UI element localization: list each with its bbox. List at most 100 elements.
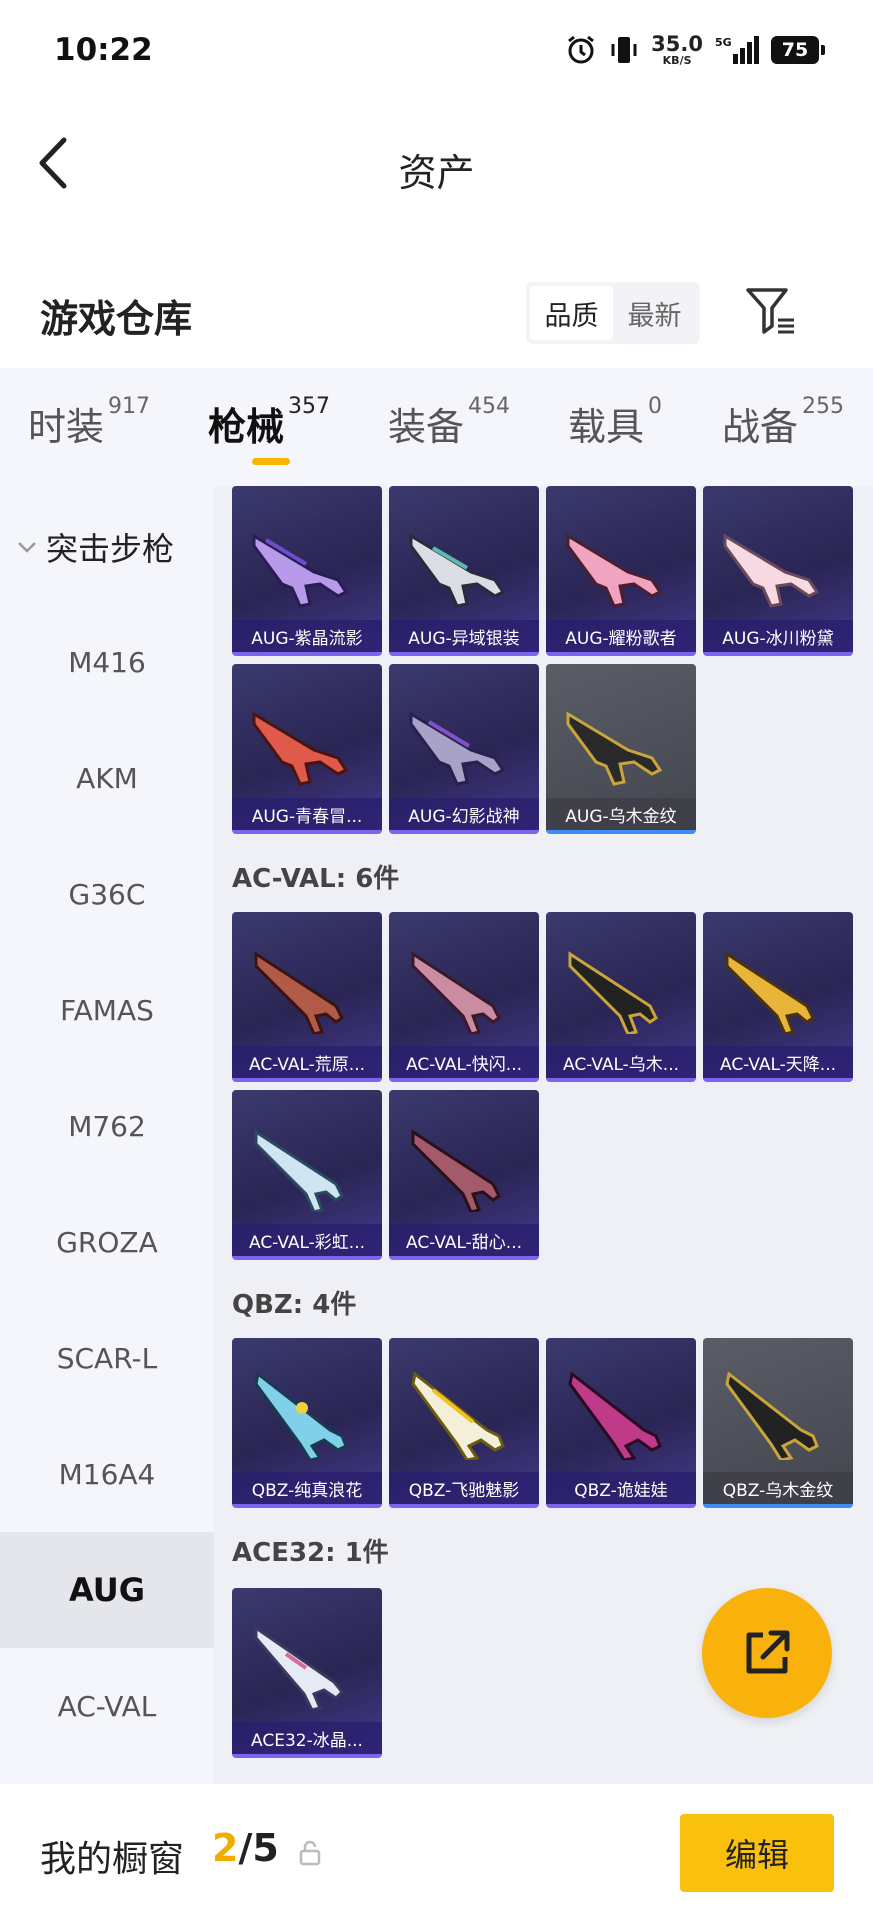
- skin-name: AC-VAL-荒原...: [232, 1046, 382, 1078]
- section-title-qbz: QBZ: 4件: [232, 1290, 357, 1320]
- rifle-icon: [566, 533, 663, 608]
- sidebar-item-ac-val[interactable]: AC-VAL: [0, 1648, 214, 1764]
- lock-icon: [298, 1840, 322, 1866]
- sidebar-item-m762[interactable]: M762: [0, 1068, 214, 1184]
- skin-name: AUG-青春冒...: [232, 798, 382, 830]
- rifle-icon: [252, 533, 349, 608]
- signal-icon: 5G: [715, 34, 759, 66]
- status-bar: 10:22 35.0 KB/S 5G 75: [0, 0, 873, 104]
- skin-card[interactable]: AC-VAL-快闪...: [389, 912, 539, 1082]
- battery-icon: 75: [771, 36, 825, 64]
- rifle-icon: [568, 951, 658, 1034]
- sidebar-item-scar-l[interactable]: SCAR-L: [0, 1300, 214, 1416]
- tab-guns[interactable]: 枪械 357: [208, 394, 330, 451]
- warehouse-bar: 游戏仓库 品质 最新: [0, 270, 873, 360]
- rifle-icon: [725, 1371, 819, 1460]
- sidebar-group-assault-rifles[interactable]: 突击步枪: [16, 524, 174, 570]
- section-title-ace32: ACE32: 1件: [232, 1538, 389, 1568]
- net-speed: 35.0 KB/S: [651, 32, 703, 67]
- skin-card[interactable]: AUG-异域银装: [389, 486, 539, 656]
- filter-icon[interactable]: [744, 284, 798, 338]
- status-time: 10:22: [54, 32, 153, 68]
- sidebar-item-m416[interactable]: M416: [0, 604, 214, 720]
- active-tab-indicator: [252, 458, 290, 465]
- tab-fashion[interactable]: 时装 917: [28, 394, 150, 451]
- skin-name: AUG-紫晶流影: [232, 620, 382, 652]
- sidebar-item-aug[interactable]: AUG: [0, 1532, 214, 1648]
- category-tabs: 时装 917 枪械 357 装备 454 载具 0 战备 255: [0, 368, 873, 486]
- header: 资产: [0, 104, 873, 224]
- skin-card[interactable]: AC-VAL-乌木...: [546, 912, 696, 1082]
- skin-card[interactable]: QBZ-飞驰魅影: [389, 1338, 539, 1508]
- share-button[interactable]: [702, 1588, 832, 1718]
- chevron-down-icon: [18, 542, 36, 553]
- share-icon: [746, 1630, 790, 1674]
- skin-name: AC-VAL-天降...: [703, 1046, 853, 1078]
- edit-button[interactable]: 编辑: [680, 1814, 834, 1892]
- rifle-icon: [568, 1371, 662, 1460]
- rifle-icon: [411, 1129, 501, 1212]
- rifle-icon: [254, 1625, 345, 1710]
- tab-vehicles[interactable]: 载具 0: [568, 394, 662, 451]
- showcase-label: 我的橱窗: [40, 1839, 185, 1880]
- skin-card[interactable]: AC-VAL-甜心...: [389, 1090, 539, 1260]
- skin-card[interactable]: AUG-幻影战神: [389, 664, 539, 834]
- rifle-icon: [254, 1371, 348, 1460]
- rifle-icon: [254, 1129, 344, 1212]
- rifle-icon: [566, 711, 663, 786]
- skin-name: QBZ-诡娃娃: [546, 1472, 696, 1504]
- showcase-count: 2/5: [212, 1826, 279, 1870]
- skin-card[interactable]: AC-VAL-天降...: [703, 912, 853, 1082]
- alarm-icon: [565, 34, 597, 66]
- skin-card[interactable]: AUG-紫晶流影: [232, 486, 382, 656]
- status-icons: 35.0 KB/S 5G 75: [565, 30, 825, 70]
- skin-card[interactable]: AC-VAL-荒原...: [232, 912, 382, 1082]
- rifle-icon: [254, 951, 344, 1034]
- skin-name: QBZ-纯真浪花: [232, 1472, 382, 1504]
- skin-name: ACE32-冰晶...: [232, 1722, 382, 1754]
- skin-name: AUG-异域银装: [389, 620, 539, 652]
- skin-name: QBZ-飞驰魅影: [389, 1472, 539, 1504]
- skin-name: AC-VAL-彩虹...: [232, 1224, 382, 1256]
- skin-card[interactable]: QBZ-诡娃娃: [546, 1338, 696, 1508]
- skin-name: AUG-乌木金纹: [546, 798, 696, 830]
- skin-card[interactable]: QBZ-乌木金纹: [703, 1338, 853, 1508]
- rifle-icon: [411, 951, 501, 1034]
- sidebar-item-groza[interactable]: GROZA: [0, 1184, 214, 1300]
- skin-name: QBZ-乌木金纹: [703, 1472, 853, 1504]
- skin-card[interactable]: ACE32-冰晶...: [232, 1588, 382, 1758]
- rifle-icon: [252, 711, 349, 786]
- rifle-icon: [409, 533, 506, 608]
- rifle-icon: [725, 951, 815, 1034]
- skin-card[interactable]: AC-VAL-彩虹...: [232, 1090, 382, 1260]
- tab-supplies[interactable]: 战备 255: [722, 394, 844, 451]
- sidebar-item-m16a4[interactable]: M16A4: [0, 1416, 214, 1532]
- section-title-ac-val: AC-VAL: 6件: [232, 864, 400, 894]
- skin-card[interactable]: AUG-冰川粉黛: [703, 486, 853, 656]
- skin-name: AUG-耀粉歌者: [546, 620, 696, 652]
- sidebar-item-famas[interactable]: FAMAS: [0, 952, 214, 1068]
- tab-equipment[interactable]: 装备 454: [388, 394, 510, 451]
- rifle-icon: [409, 711, 506, 786]
- skin-card[interactable]: AUG-青春冒...: [232, 664, 382, 834]
- svg-text:5G: 5G: [715, 36, 732, 49]
- skin-card[interactable]: QBZ-纯真浪花: [232, 1338, 382, 1508]
- vibrate-icon: [609, 34, 639, 66]
- sort-quality-button[interactable]: 品质: [530, 286, 613, 340]
- page-title: 资产: [398, 151, 475, 195]
- skin-name: AUG-冰川粉黛: [703, 620, 853, 652]
- skin-name: AUG-幻影战神: [389, 798, 539, 830]
- rifle-icon: [723, 533, 820, 608]
- rifle-icon: [411, 1371, 505, 1460]
- sort-latest-button[interactable]: 最新: [613, 286, 696, 340]
- skin-name: AC-VAL-甜心...: [389, 1224, 539, 1256]
- warehouse-title: 游戏仓库: [40, 297, 193, 341]
- sidebar-item-g36c[interactable]: G36C: [0, 836, 214, 952]
- skin-name: AC-VAL-快闪...: [389, 1046, 539, 1078]
- sidebar: 突击步枪 M416 AKM G36C FAMAS M762 GROZA SCAR…: [0, 486, 214, 1784]
- showcase-bar: 我的橱窗 2/5 编辑: [0, 1784, 873, 1920]
- sidebar-item-akm[interactable]: AKM: [0, 720, 214, 836]
- skin-card[interactable]: AUG-乌木金纹: [546, 664, 696, 834]
- skin-name: AC-VAL-乌木...: [546, 1046, 696, 1078]
- skin-card[interactable]: AUG-耀粉歌者: [546, 486, 696, 656]
